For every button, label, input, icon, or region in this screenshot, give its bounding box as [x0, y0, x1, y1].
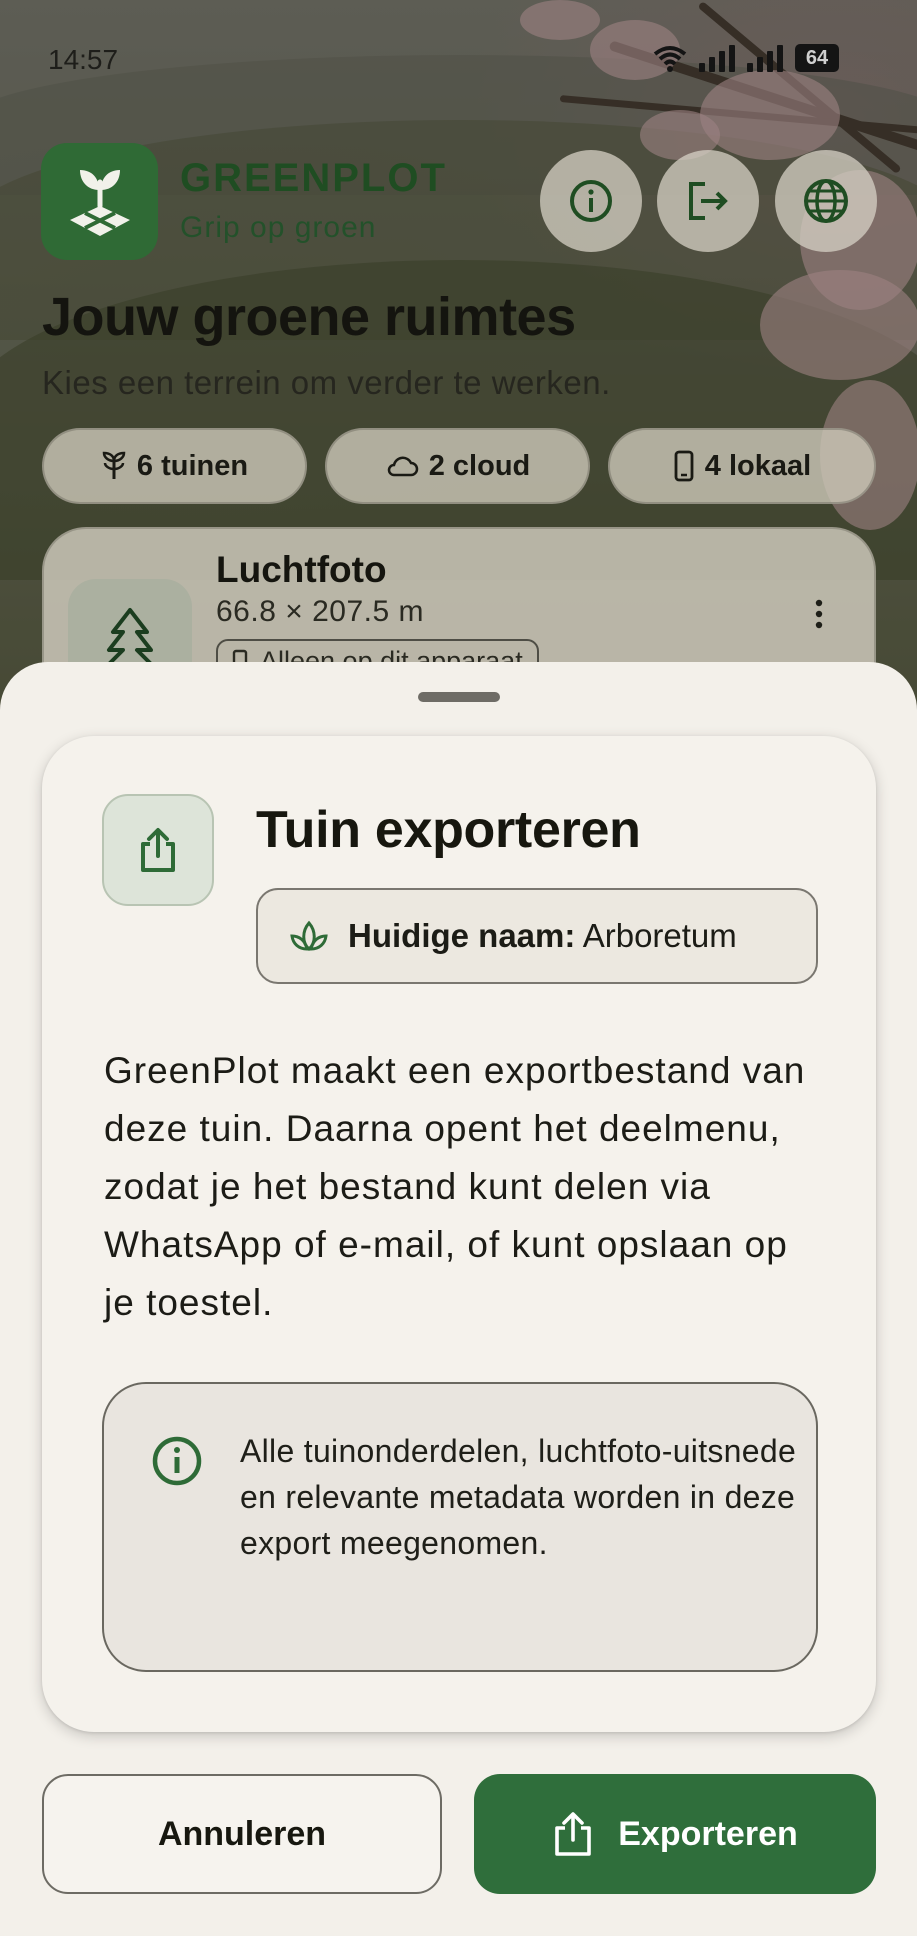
export-bottom-sheet: Tuin exporteren Huidige naam: Arboretum …: [0, 662, 917, 1936]
language-button[interactable]: [775, 150, 877, 252]
current-name-label: Huidige naam:: [348, 917, 576, 954]
logout-icon: [689, 182, 728, 220]
plant-icon: [102, 451, 126, 479]
battery-icon: 64: [795, 44, 839, 72]
garden-size: 66.8 × 207.5 m: [216, 595, 424, 628]
info-button[interactable]: [540, 150, 642, 252]
globe-icon: [804, 179, 848, 223]
info-text: Alle tuinonderdelen, luchtfoto-uitsnede …: [240, 1433, 797, 1561]
leaf-icon: [290, 920, 328, 951]
signal-icon: [747, 44, 783, 72]
brand-name: GREENPLOT: [180, 156, 447, 200]
cloud-icon: [387, 456, 418, 477]
export-title: Tuin exporteren: [256, 801, 641, 859]
info-icon: [570, 180, 612, 222]
filter-chip-label: 2 cloud: [428, 449, 531, 482]
sprout-logo-icon: [69, 169, 130, 236]
status-time: 14:57: [48, 44, 119, 75]
export-card: Tuin exporteren Huidige naam: Arboretum …: [42, 736, 876, 1732]
logout-button[interactable]: [657, 150, 759, 252]
current-name-pill: Huidige naam: Arboretum: [256, 888, 818, 984]
cancel-button-label: Annuleren: [157, 1814, 327, 1853]
phone-icon: [674, 450, 694, 482]
share-icon: [555, 1812, 592, 1856]
filter-chip-local[interactable]: 4 lokaal: [608, 428, 876, 504]
signal-icon: [699, 44, 735, 72]
export-button[interactable]: Exporteren: [474, 1774, 876, 1894]
brand-tagline: Grip op groen: [180, 211, 377, 244]
filter-chip-gardens[interactable]: 6 tuinen: [42, 428, 307, 504]
more-options-icon[interactable]: [814, 599, 824, 629]
drag-handle[interactable]: [418, 692, 500, 702]
filter-chip-label: 6 tuinen: [136, 449, 249, 482]
page-subtitle: Kies een terrein om verder te werken.: [42, 364, 611, 401]
share-icon: [141, 828, 175, 872]
page-title: Jouw groene ruimtes: [42, 287, 576, 347]
status-icons: 64: [653, 44, 839, 72]
cancel-button[interactable]: Annuleren: [42, 1774, 442, 1894]
filter-chip-cloud[interactable]: 2 cloud: [325, 428, 590, 504]
export-description: GreenPlot maakt een exportbestand van de…: [104, 1050, 806, 1323]
info-icon: [152, 1436, 202, 1486]
wifi-icon: [653, 46, 687, 72]
app-logo: [41, 143, 158, 260]
current-name-value: Arboretum: [582, 917, 737, 954]
filter-chip-label: 4 lokaal: [704, 449, 812, 482]
info-box: Alle tuinonderdelen, luchtfoto-uitsnede …: [102, 1382, 818, 1672]
export-icon-box: [102, 794, 214, 906]
garden-name: Luchtfoto: [216, 549, 387, 590]
export-button-label: Exporteren: [618, 1814, 798, 1853]
